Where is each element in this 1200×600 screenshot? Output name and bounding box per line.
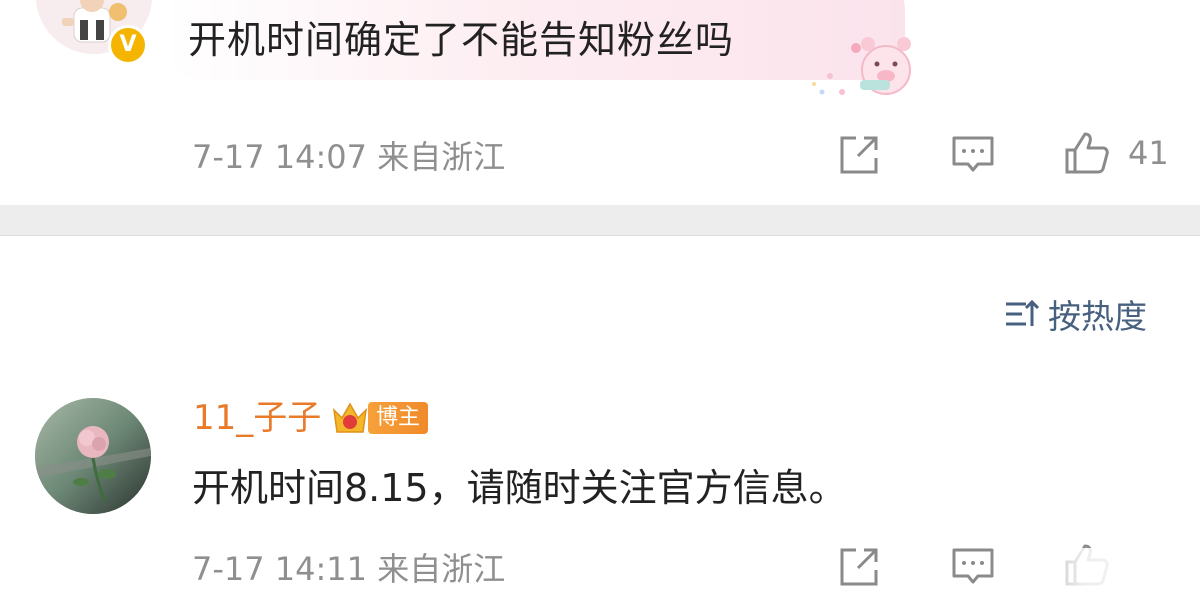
sort-label: 按热度 xyxy=(1048,297,1147,336)
watermark-fade xyxy=(990,548,1200,600)
share-icon[interactable] xyxy=(836,132,882,178)
like-count: 41 xyxy=(1128,134,1169,172)
section-divider xyxy=(0,205,1200,236)
sort-by-heat-button[interactable]: 按热度 xyxy=(1004,292,1147,336)
verified-badge-icon: V xyxy=(108,25,148,65)
avatar[interactable] xyxy=(35,398,151,514)
sort-icon xyxy=(1006,299,1040,326)
comment-icon[interactable] xyxy=(950,132,996,178)
username-link[interactable]: 11_子子 xyxy=(193,398,321,438)
pig-sticker-icon xyxy=(812,37,911,95)
comment-meta: 7-17 14:07 来自浙江 xyxy=(192,138,506,176)
share-icon[interactable] xyxy=(836,544,882,590)
crown-icon xyxy=(332,402,368,433)
rose-avatar-icon xyxy=(35,398,151,514)
comment-text: 开机时间8.15，请随时关注官方信息。 xyxy=(192,466,847,510)
thumbs-up-icon[interactable] xyxy=(1063,130,1109,176)
comment-meta: 7-17 14:11 来自浙江 xyxy=(192,550,506,588)
comment-text: 开机时间确定了不能告知粉丝吗 xyxy=(188,18,735,62)
blogger-badge: 博主 xyxy=(368,402,429,434)
